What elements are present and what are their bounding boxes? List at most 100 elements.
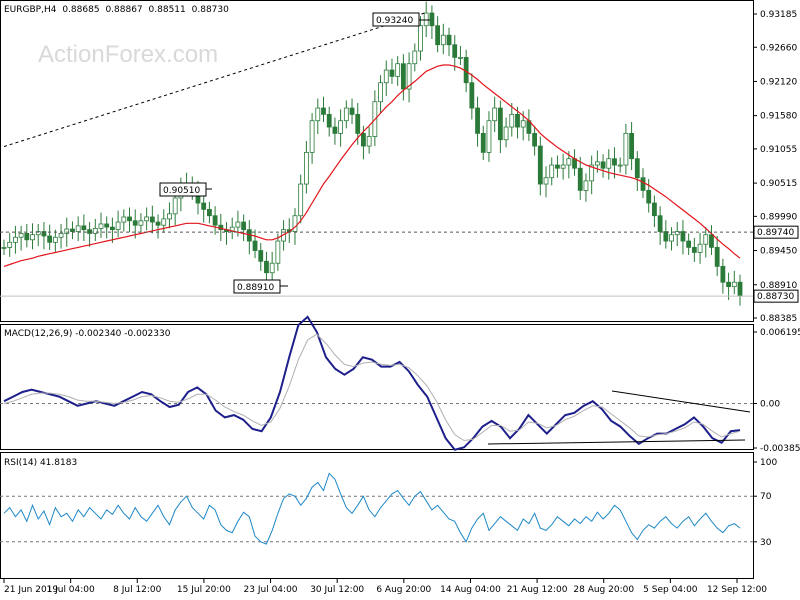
price-candle-body — [709, 234, 714, 248]
price-candle-body — [212, 215, 218, 226]
price-candle-body — [606, 158, 612, 169]
price-candle-body — [383, 69, 389, 84]
price-candle-body — [566, 158, 572, 166]
trendline-upper — [3, 12, 427, 148]
price-candle-body — [70, 228, 75, 232]
price-candle-body — [503, 126, 509, 141]
price-candle-body — [657, 215, 663, 232]
price-candle-body — [458, 56, 463, 59]
price-candle-body — [110, 226, 115, 231]
macd-trendline-upper — [611, 390, 751, 413]
price-tick-label: 0.89990 — [760, 212, 797, 222]
price-candle-body — [47, 235, 53, 243]
price-candle-body — [691, 246, 697, 253]
price-candle-body — [104, 223, 110, 228]
price-tick-label: 0.88385 — [760, 314, 797, 324]
time-tick-label: 12 Sep 12:00 — [707, 585, 767, 595]
price-candle-body — [155, 221, 161, 226]
open-value: 0.88685 — [62, 5, 99, 15]
price-candle-body — [361, 132, 366, 147]
price-candle-body — [321, 107, 326, 115]
price-candle-body — [640, 177, 646, 191]
rsi-plot — [0, 472, 753, 545]
time-tick-label: 14 Aug 04:00 — [440, 585, 501, 595]
price-candle-body — [13, 236, 18, 243]
price-candle-body — [264, 260, 269, 274]
price-tick-label: 0.92120 — [760, 77, 797, 87]
price-candle-body — [258, 250, 264, 262]
price-candle-body — [720, 265, 726, 283]
chart-window: ActionForex.com EURGBP,H4 0.88685 0.8886… — [0, 0, 800, 600]
price-candle-body — [440, 34, 446, 46]
time-tick-label: 15 Jul 20:00 — [177, 585, 231, 595]
time-tick-label: 8 Jul 12:00 — [113, 585, 162, 595]
price-candle-body — [646, 189, 652, 204]
macd-title: MACD(12,26,9) -0.002340 -0.002330 — [4, 329, 171, 339]
price-candle-body — [98, 223, 104, 229]
price-candle-body — [737, 281, 743, 297]
macd-tick-label: -0.003851 — [760, 444, 800, 454]
price-candle-body — [241, 221, 247, 231]
rsi-tick-label: 30 — [760, 538, 772, 548]
price-candle-body — [663, 231, 669, 242]
price-candle-body — [18, 233, 24, 238]
moving-average-line — [3, 64, 741, 267]
price-tick-label: 0.88910 — [760, 281, 797, 291]
price-candle-body — [292, 215, 298, 232]
price-candle-body — [309, 120, 315, 153]
price-candle-body — [252, 240, 258, 251]
price-candle-body — [275, 240, 281, 264]
price-tick-label: 0.91055 — [760, 145, 797, 155]
annotation-high-0-93240-label: 0.93240 — [376, 16, 413, 26]
price-candle-body — [121, 216, 127, 223]
time-tick-label: 6 Aug 20:00 — [376, 585, 431, 595]
price-candle-body — [509, 113, 515, 128]
price-candle-body — [149, 216, 155, 223]
macd-signal-line — [3, 333, 741, 442]
price-candle-body — [138, 220, 144, 226]
axis-labels: 0.93185 0.92660 0.92120 0.91580 0.91055 0.905… — [3, 10, 800, 595]
price-candle-body — [161, 218, 167, 226]
axis-level-0-89740-label: 0.89740 — [757, 228, 794, 238]
price-candle-body — [435, 25, 441, 46]
annotation-low-0-88910-label: 0.88910 — [237, 283, 274, 293]
rsi-title: RSI(14) 41.8183 — [4, 458, 77, 468]
price-candle-body — [332, 126, 338, 134]
price-candle-body — [172, 197, 178, 215]
price-candle-body — [560, 164, 566, 169]
rsi-tick-label: 70 — [760, 492, 772, 502]
macd-panel-frame — [0, 324, 754, 450]
time-tick-label: 21 Aug 12:00 — [507, 585, 568, 595]
symbol-label: EURGBP,H4 0.88685 0.88867 0.88511 0.8873… — [4, 5, 229, 15]
price-candle-body — [577, 167, 583, 191]
price-candle-body — [423, 12, 429, 27]
close-value: 0.88730 — [192, 5, 229, 15]
price-candle-body — [303, 151, 309, 185]
annotation-high-0-90510-label: 0.90510 — [163, 186, 200, 196]
price-candle-body — [144, 216, 150, 222]
rsi-panel-frame — [0, 452, 754, 579]
price-candle-body — [480, 132, 486, 153]
price-candle-body — [600, 161, 606, 169]
price-candle-body — [206, 208, 212, 217]
price-candle-body — [412, 50, 418, 65]
price-candle-body — [338, 120, 344, 134]
price-candle-body — [378, 82, 383, 103]
price-candle-body — [418, 25, 423, 52]
price-candle-body — [429, 12, 435, 27]
price-candle-body — [326, 113, 332, 128]
price-candle-body — [81, 225, 87, 231]
price-candle-body — [64, 228, 70, 234]
macd-tick-label: 0.006195 — [760, 328, 800, 338]
price-candle-body — [201, 202, 207, 210]
axis-last-price-0-88730-label: 0.88730 — [757, 292, 794, 302]
price-candle-body — [24, 233, 30, 241]
price-candle-body — [703, 234, 709, 245]
time-tick-label: 30 Jul 12:00 — [310, 585, 364, 595]
price-tick-label: 0.90515 — [760, 179, 797, 189]
time-tick-label: 28 Aug 20:00 — [573, 585, 634, 595]
macd-trendline-lower — [487, 439, 746, 445]
price-candle-body — [469, 82, 475, 109]
price-candle-body — [1, 246, 7, 249]
price-candle-body — [355, 113, 361, 134]
